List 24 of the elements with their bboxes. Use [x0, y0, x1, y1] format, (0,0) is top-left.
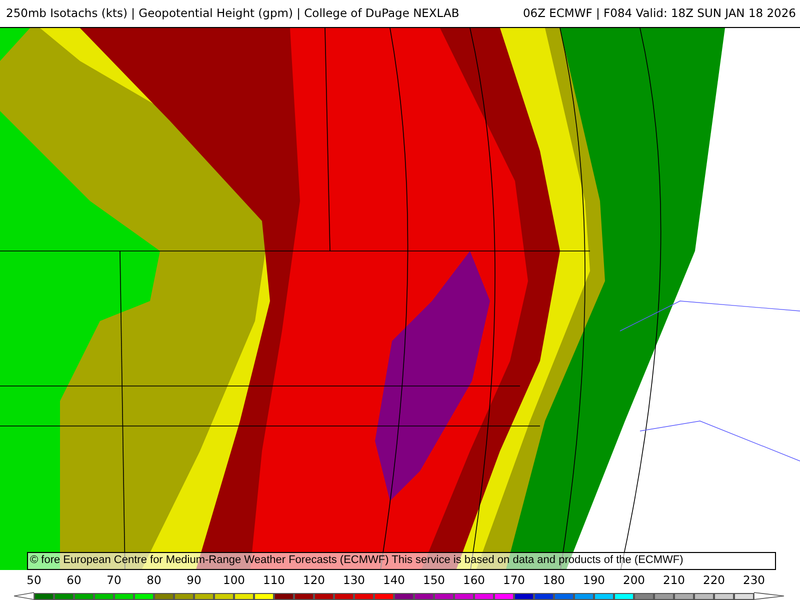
legend-label: 100 [222, 573, 246, 589]
legend-label: 80 [146, 573, 162, 589]
legend-label: 50 [26, 573, 42, 589]
chart-title: 250mb Isotachs (kts) | Geopotential Height (gpm) | College of DuPage NEXLAB [6, 6, 460, 20]
legend-label: 230 [742, 573, 766, 589]
legend-label: 140 [382, 573, 406, 589]
legend-label: 120 [302, 573, 326, 589]
legend-label: 210 [662, 573, 686, 589]
legend-left-arrow-icon [14, 592, 34, 600]
attribution-text: © fore European Centre for Medium-Range Weather Forecasts (ECMWF) This service is based on data and products of the (ECMWF) [27, 552, 776, 570]
legend-right-arrow-icon [754, 592, 784, 600]
legend-label: 60 [66, 573, 82, 589]
legend-label: 190 [582, 573, 606, 589]
legend-label: 70 [106, 573, 122, 589]
legend-label: 180 [542, 573, 566, 589]
legend-label: 170 [502, 573, 526, 589]
legend-label: 130 [342, 573, 366, 589]
model-run-label: 06Z ECMWF | F084 Valid: 18Z SUN JAN 18 2026 [522, 6, 796, 20]
legend-label: 110 [262, 573, 286, 589]
legend-label: 160 [462, 573, 486, 589]
legend-label: 150 [422, 573, 446, 589]
legend-label: 220 [702, 573, 726, 589]
legend-label: 200 [622, 573, 646, 589]
legend-label: 90 [186, 573, 202, 589]
